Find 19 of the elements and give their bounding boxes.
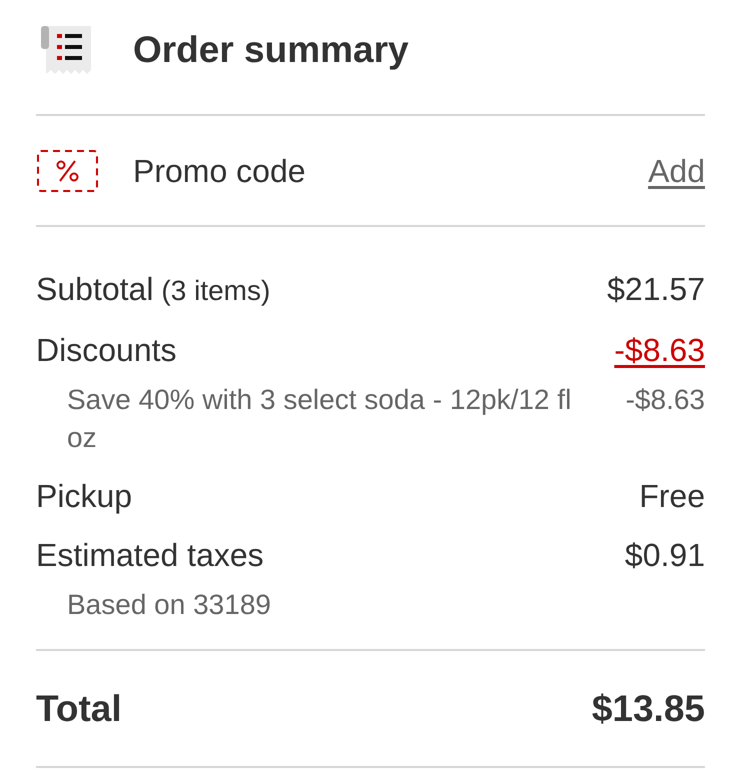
promo-code-label: Promo code [133,152,306,190]
line-label: Pickup [36,477,132,516]
detail-text: Based on 33189 [67,588,271,622]
order-summary-title: Order summary [133,28,409,72]
add-promo-link[interactable]: Add [648,150,705,190]
detail-text: Save 40% with 3 select soda - 12pk/12 fl oz [67,383,572,455]
line-amount: $21.57 [607,270,705,309]
line-label: Estimated taxes [36,536,264,575]
detail-amount: -$8.63 [626,383,705,417]
line-label: Discounts [36,331,176,370]
receipt-list-icon [41,26,91,74]
total-label: Total [36,686,122,730]
line-amount: $0.91 [624,536,705,575]
total-amount: $13.85 [592,686,705,730]
item-count: (3 items) [161,274,270,308]
line-amount: Free [639,477,705,516]
discount-amount-link[interactable]: -$8.63 [614,330,705,370]
percent-tag-icon [37,150,98,192]
line-label: Subtotal [36,270,154,309]
